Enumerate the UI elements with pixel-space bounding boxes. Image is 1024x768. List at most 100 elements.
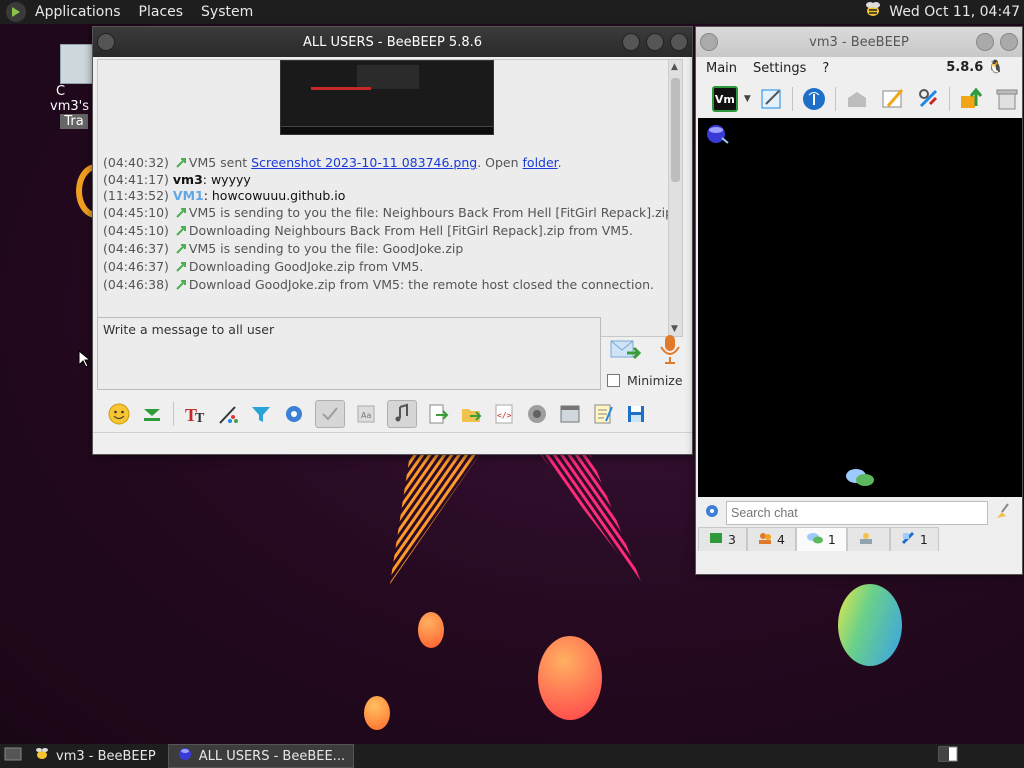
dropdown-arrow-icon[interactable]: ▼ [744,94,751,104]
write-note-icon[interactable] [878,84,908,114]
scroll-up-arrow-icon[interactable]: ▲ [671,62,678,72]
chat-app-icon [177,747,193,765]
edit-profile-icon[interactable] [757,84,787,114]
tab-users-count: 3 [728,532,736,547]
user-list-panel[interactable] [698,118,1022,497]
taskbar-item-vm3[interactable]: vm3 - BeeBEEP [26,744,164,768]
tab-files-count: 1 [919,532,928,547]
notes-icon[interactable] [591,402,615,426]
file-transfer-icon [174,259,188,273]
minimize-window-button[interactable] [622,33,640,51]
message-input[interactable]: Write a message to all user [97,317,601,390]
search-chat-input[interactable] [726,501,988,525]
code-icon[interactable]: </> [492,402,516,426]
menu-settings[interactable]: Settings [753,61,806,76]
workspace-switcher-icon[interactable] [938,745,958,767]
chat-message: (04:45:10) Downloading Neighbours Back F… [103,223,634,238]
chat-message: (04:40:32) VM5 sent Screenshot 2023-10-1… [103,155,562,170]
filter-icon[interactable] [249,402,273,426]
chat-message: (04:46:37) VM5 is sending to you the fil… [103,241,464,256]
screenshot-icon[interactable] [525,402,549,426]
color-picker-icon[interactable] [216,402,240,426]
chat-messages: (04:40:32) VM5 sent Screenshot 2023-10-1… [103,154,674,294]
screenshot-preview-image[interactable] [280,60,494,135]
chat-bubbles-icon [844,466,876,494]
minimize-label: Minimize [627,373,683,388]
close-window-button[interactable] [670,33,688,51]
tab-groups[interactable]: 4 [746,527,796,551]
bottom-panel: vm3 - BeeBEEP ALL USERS - BeeBEE... [0,744,1024,768]
chat-window-titlebar[interactable]: ALL USERS - BeeBEEP 5.8.6 [93,27,692,57]
send-message-button[interactable] [609,335,643,365]
chat-log[interactable]: (04:40:32) VM5 sent Screenshot 2023-10-1… [97,59,683,337]
beebeep-tray-icon[interactable] [863,1,883,23]
chat-toolbar: TT Aa </> [107,399,648,429]
window-menu-button[interactable] [97,33,115,51]
chat-message: (11:43:52) VM1: howcowuuu.github.io [103,188,346,203]
settings-gear-icon[interactable] [282,402,306,426]
message-box-icon[interactable] [842,84,872,114]
plugins-icon[interactable] [914,84,944,114]
window-icon[interactable] [558,402,582,426]
search-row [698,499,1022,527]
menu-system[interactable]: System [192,4,262,20]
font-icon[interactable]: TT [183,402,207,426]
menu-help[interactable]: ? [822,61,829,76]
distro-logo-icon[interactable] [6,2,26,22]
decor-orb [418,612,444,648]
menu-places[interactable]: Places [130,4,193,20]
tab-shared[interactable] [846,527,890,551]
chat-message: (04:46:37) Downloading GoodJoke.zip from… [103,259,424,274]
chat-scrollbar[interactable]: ▲ ▼ [668,60,682,336]
save-chat-icon[interactable] [624,402,648,426]
network-icon[interactable] [799,84,829,114]
maximize-window-button[interactable] [646,33,664,51]
main-window-titlebar[interactable]: vm3 - BeeBEEP [696,27,1022,57]
send-file-icon[interactable] [426,402,450,426]
voice-message-button[interactable] [657,333,683,365]
screenshot-file-link[interactable]: Screenshot 2023-10-11 083746.png [251,155,477,170]
file-transfer-icon [174,241,188,255]
decor-orb [838,584,902,666]
chat-message: (04:45:10) VM5 is sending to you the fil… [103,205,674,220]
user-avatar-icon[interactable] [704,124,730,148]
tab-chats-count: 1 [827,532,836,547]
minimize-checkbox[interactable]: Minimize [607,373,683,388]
collapse-icon[interactable] [140,402,164,426]
users-icon [709,531,723,548]
tab-files[interactable]: 1 [889,527,939,551]
taskbar-item-all-users[interactable]: ALL USERS - BeeBEE... [167,744,355,768]
groups-icon [758,531,772,548]
window-menu-button[interactable] [700,33,718,51]
chat-status-bar [93,432,692,454]
search-settings-gear-icon[interactable] [704,503,720,523]
sound-icon[interactable] [387,400,417,428]
menu-main[interactable]: Main [706,61,737,76]
spellcheck-icon[interactable] [315,400,345,428]
emoticon-icon[interactable] [107,402,131,426]
word-completer-icon[interactable]: Aa [354,402,378,426]
status-vm-button[interactable]: Vm [712,86,738,112]
update-icon[interactable] [956,84,986,114]
chat-window: ALL USERS - BeeBEEP 5.8.6 (04:40:32) VM5… [92,26,693,455]
minimize-window-button[interactable] [976,33,994,51]
main-toolbar: Vm ▼ [696,79,1022,119]
version-label: 5.8.6 🐧 [946,60,1004,75]
send-folder-icon[interactable] [459,402,483,426]
tab-groups-count: 4 [776,532,785,547]
trash-icon[interactable] [992,84,1022,114]
clear-search-broom-icon[interactable] [994,502,1012,524]
show-desktop-icon[interactable] [4,746,22,766]
close-window-button[interactable] [1000,33,1018,51]
checkbox-box[interactable] [607,374,620,387]
open-folder-link[interactable]: folder [523,155,558,170]
scrollbar-thumb[interactable] [671,78,680,182]
linux-icon: 🐧 [987,60,1004,75]
file-transfer-icon [174,277,188,291]
desktop-icon-label: Tra [60,114,88,129]
clock[interactable]: Wed Oct 11, 04:47 [889,4,1024,20]
menu-applications[interactable]: Applications [26,4,130,20]
main-tabs: 3 4 1 1 [698,527,939,551]
tab-chats[interactable]: 1 [795,527,847,551]
tab-users[interactable]: 3 [698,527,747,551]
